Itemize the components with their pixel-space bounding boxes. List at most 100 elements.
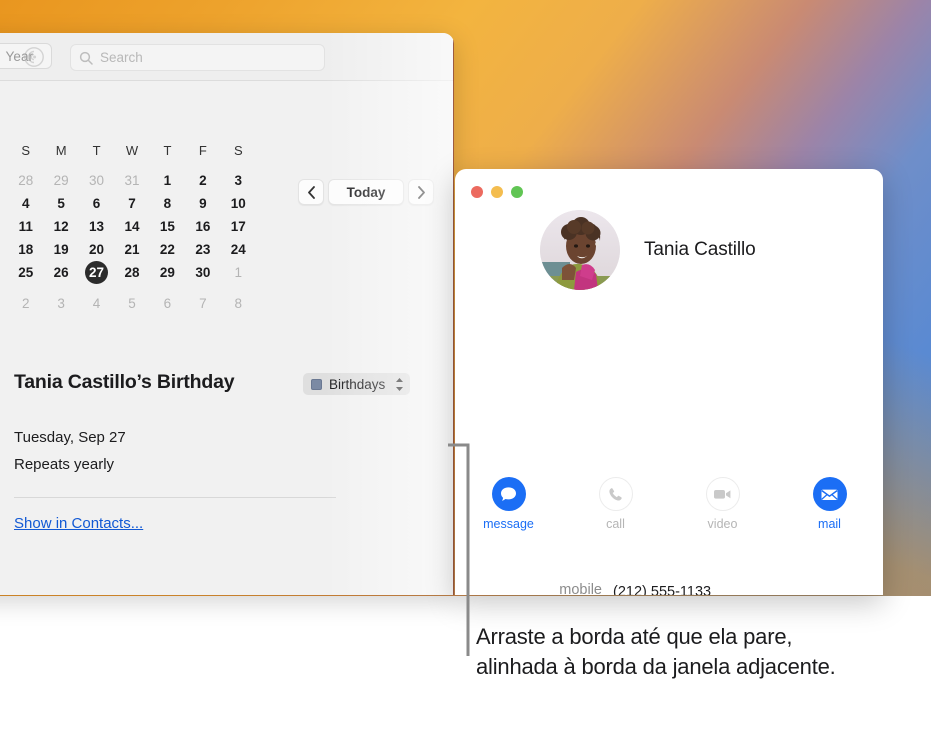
action-call-label: call xyxy=(606,517,625,531)
day-number: 12 xyxy=(53,219,69,234)
day-cell[interactable]: 8 xyxy=(150,196,185,211)
day-cell[interactable]: 28 xyxy=(8,173,43,188)
day-cell[interactable]: 11 xyxy=(8,219,43,234)
day-number: 6 xyxy=(92,196,101,211)
day-header: T xyxy=(92,143,101,158)
day-cell[interactable]: 1 xyxy=(150,173,185,188)
day-header: T xyxy=(163,143,172,158)
day-cell[interactable]: 22 xyxy=(150,242,185,257)
day-cell[interactable]: 6 xyxy=(150,296,185,311)
phone-icon xyxy=(598,477,633,511)
day-cell[interactable]: 12 xyxy=(43,219,78,234)
day-cell[interactable]: 6 xyxy=(79,196,114,211)
chevron-right-icon xyxy=(417,185,425,199)
action-mail[interactable]: mail xyxy=(776,477,883,531)
day-cell-today[interactable]: 27 xyxy=(79,261,114,288)
day-cell[interactable]: 29 xyxy=(43,173,78,188)
day-cell[interactable]: 4 xyxy=(79,296,114,311)
calendar-popup-button[interactable]: Birthdays xyxy=(303,373,411,395)
day-cell[interactable]: 28 xyxy=(114,265,149,288)
day-number: 26 xyxy=(53,265,69,280)
field-value: (212) 555-1133 xyxy=(613,584,712,595)
event-date: Tuesday, Sep 27 xyxy=(14,429,126,446)
day-number: 28 xyxy=(18,173,34,188)
day-number: 10 xyxy=(230,196,246,211)
day-cell[interactable]: 1 xyxy=(221,265,256,288)
day-number: 3 xyxy=(57,296,65,311)
calendar-body: S M T W T F S 28 29 30 31 1 2 3 4 5 6 7 8 9 10 11 12 13 1… xyxy=(0,81,454,595)
day-cell[interactable]: 5 xyxy=(43,196,78,211)
day-cell[interactable]: 31 xyxy=(114,173,149,188)
next-month-button[interactable] xyxy=(408,179,434,205)
day-cell[interactable]: 30 xyxy=(185,265,220,288)
search-placeholder: Search xyxy=(100,50,143,65)
day-cell[interactable]: 2 xyxy=(185,173,220,188)
day-cell[interactable]: 3 xyxy=(221,173,256,188)
day-cell[interactable]: 8 xyxy=(221,296,256,311)
day-cell[interactable]: 15 xyxy=(150,219,185,234)
day-cell[interactable]: 17 xyxy=(221,219,256,234)
day-header: W xyxy=(125,143,139,158)
day-cell[interactable]: 14 xyxy=(114,219,149,234)
day-number: 22 xyxy=(159,242,175,257)
day-cell[interactable]: 25 xyxy=(8,265,43,288)
day-header: M xyxy=(55,143,67,158)
chevron-left-icon xyxy=(307,185,315,199)
contact-field-row[interactable]: mobile (212) 555-1133 xyxy=(473,575,865,595)
day-cell[interactable]: 5 xyxy=(114,296,149,311)
day-number: 20 xyxy=(89,242,105,257)
search-field[interactable]: Search xyxy=(70,44,325,71)
day-cell[interactable]: 20 xyxy=(79,242,114,257)
action-call[interactable]: call xyxy=(562,477,669,531)
field-label: mobile xyxy=(559,582,602,595)
calendar-window: th Year S M T W T F S 282930311234567891… xyxy=(0,33,454,595)
action-video[interactable]: video xyxy=(669,477,776,531)
day-number: 28 xyxy=(124,265,140,280)
day-cell[interactable]: 9 xyxy=(185,196,220,211)
day-cell[interactable]: 2 xyxy=(8,296,43,311)
day-cell[interactable]: 26 xyxy=(43,265,78,288)
contact-name: Tania Castillo xyxy=(644,239,756,260)
day-number: 17 xyxy=(230,219,246,234)
day-header: S xyxy=(21,143,31,158)
drag-edge-bracket xyxy=(446,443,478,658)
day-cell[interactable]: 19 xyxy=(43,242,78,257)
airdrop-icon[interactable] xyxy=(23,46,45,68)
day-number: 3 xyxy=(234,173,243,188)
screenshot-root: th Year S M T W T F S 282930311234567891… xyxy=(0,0,931,729)
action-video-label: video xyxy=(707,517,738,531)
video-camera-icon xyxy=(705,477,740,511)
day-cell[interactable]: 24 xyxy=(221,242,256,257)
message-bubble-icon xyxy=(491,477,526,511)
previous-month-button[interactable] xyxy=(298,179,324,205)
day-number: 8 xyxy=(163,196,172,211)
day-header: F xyxy=(198,143,207,158)
day-cell[interactable]: 4 xyxy=(8,196,43,211)
day-cell[interactable]: 7 xyxy=(185,296,220,311)
day-cell[interactable]: 7 xyxy=(114,196,149,211)
day-cell[interactable]: 10 xyxy=(221,196,256,211)
day-number: 8 xyxy=(234,296,243,311)
day-cell[interactable]: 3 xyxy=(43,296,78,311)
day-cell[interactable]: 29 xyxy=(150,265,185,288)
day-number: 24 xyxy=(230,242,246,257)
day-number: 2 xyxy=(21,296,30,311)
day-cell[interactable]: 23 xyxy=(185,242,220,257)
show-in-contacts-link[interactable]: Show in Contacts... xyxy=(14,515,143,532)
day-cell[interactable]: 16 xyxy=(185,219,220,234)
day-number: 19 xyxy=(53,242,69,257)
day-number: 5 xyxy=(57,196,65,211)
day-number: 4 xyxy=(21,196,30,211)
day-number: 7 xyxy=(128,196,136,211)
day-cell[interactable]: 30 xyxy=(79,173,114,188)
today-button[interactable]: Today xyxy=(328,179,404,205)
day-cell[interactable]: 18 xyxy=(8,242,43,257)
contact-fields: mobile (212) 555-1133 FaceTime home T xyxy=(473,575,865,595)
event-repeat: Repeats yearly xyxy=(14,456,115,473)
day-header: S xyxy=(233,143,243,158)
contact-action-buttons: message call video mail xyxy=(455,477,883,531)
envelope-icon xyxy=(812,477,847,511)
day-cell[interactable]: 13 xyxy=(79,219,114,234)
action-message-label: message xyxy=(483,517,534,531)
day-cell[interactable]: 21 xyxy=(114,242,149,257)
